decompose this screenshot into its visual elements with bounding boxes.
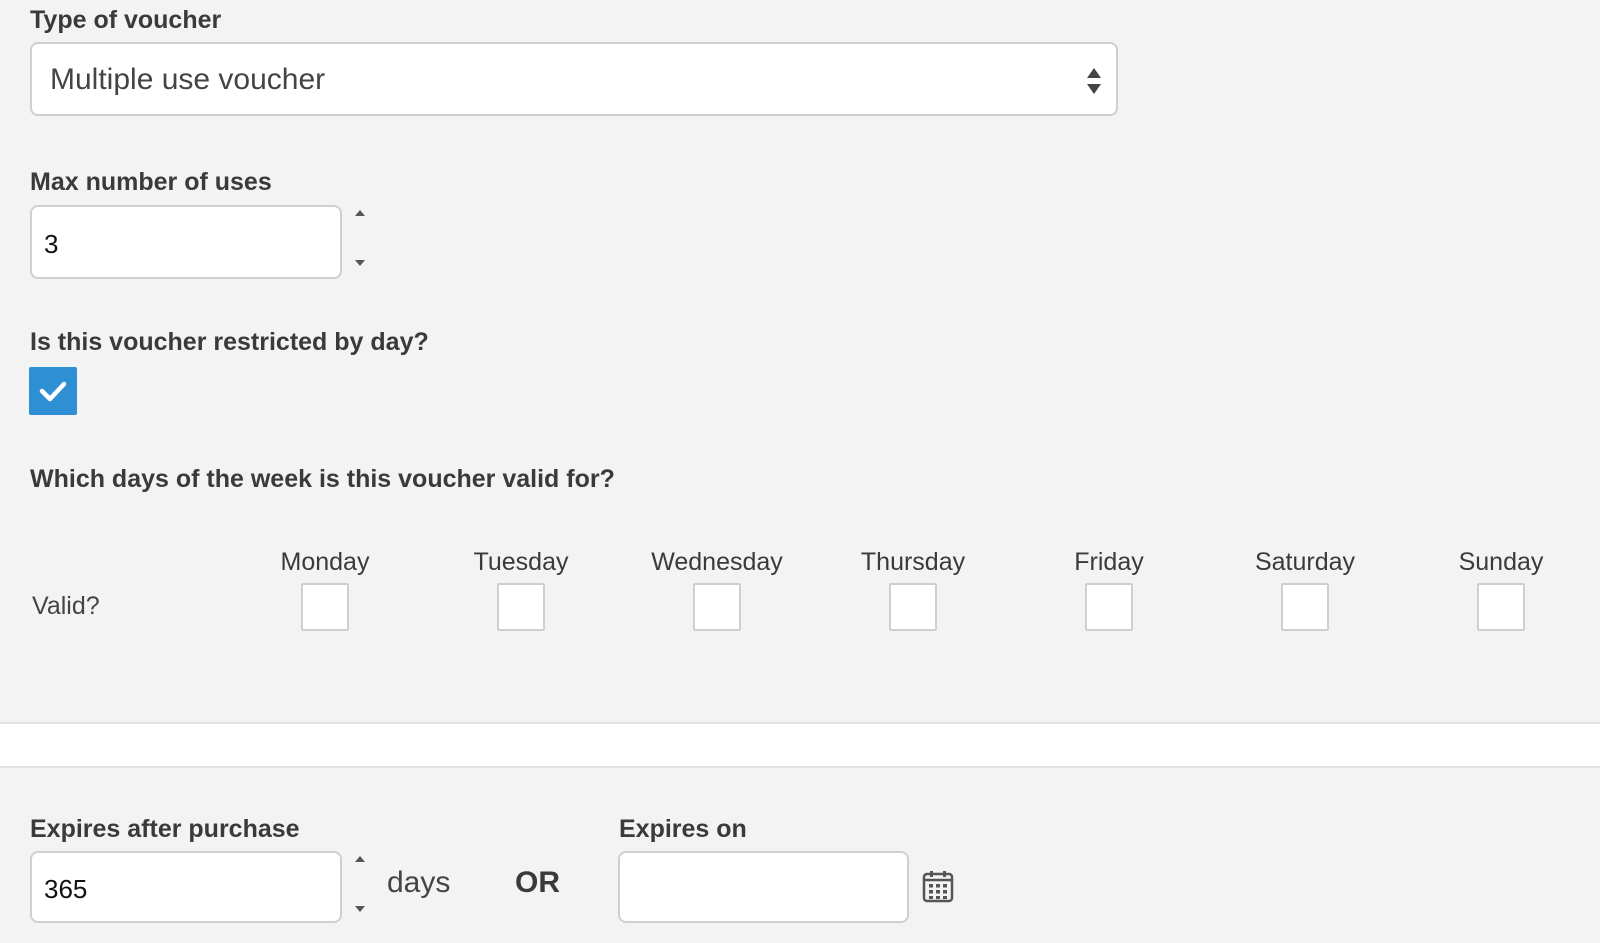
valid-row-label: Valid? (32, 592, 100, 620)
checkmark-icon (39, 381, 67, 402)
expires-on-input[interactable] (618, 851, 909, 923)
max-uses-value: 3 (44, 229, 59, 259)
day-label-sunday: Sunday (1458, 548, 1544, 576)
caret-down-icon[interactable] (355, 906, 365, 912)
voucher-type-label: Type of voucher (30, 6, 222, 34)
day-restriction-checkbox[interactable] (29, 367, 77, 415)
caret-up-icon[interactable] (355, 210, 365, 216)
day-label-monday: Monday (280, 548, 370, 576)
day-checkbox-saturday[interactable] (1281, 583, 1329, 631)
calendar-icon[interactable] (922, 869, 954, 903)
voucher-type-select[interactable]: Multiple use voucher (30, 42, 1118, 116)
day-label-tuesday: Tuesday (473, 548, 569, 576)
max-uses-label: Max number of uses (30, 168, 272, 196)
caret-up-icon[interactable] (355, 856, 365, 862)
max-uses-stepper[interactable] (353, 206, 367, 266)
expires-after-label: Expires after purchase (30, 815, 300, 843)
section-divider (0, 722, 1600, 768)
valid-days-label: Which days of the week is this voucher v… (30, 465, 615, 493)
day-label-friday: Friday (1074, 548, 1144, 576)
expires-after-input[interactable]: 365 (30, 851, 342, 923)
voucher-type-selected-value: Multiple use voucher (50, 63, 326, 96)
max-uses-input[interactable]: 3 (30, 205, 342, 279)
day-checkbox-sunday[interactable] (1477, 583, 1525, 631)
expires-on-label: Expires on (619, 815, 747, 843)
day-label-saturday: Saturday (1254, 548, 1356, 576)
day-label-wednesday: Wednesday (651, 548, 783, 576)
day-checkbox-wednesday[interactable] (693, 583, 741, 631)
day-checkbox-friday[interactable] (1085, 583, 1133, 631)
day-checkbox-monday[interactable] (301, 583, 349, 631)
days-unit-label: days (387, 866, 451, 899)
updown-arrows-icon (1087, 68, 1101, 94)
or-separator: OR (515, 866, 560, 899)
day-label-thursday: Thursday (860, 548, 966, 576)
expires-after-value: 365 (44, 874, 88, 904)
expires-after-stepper[interactable] (353, 852, 367, 912)
day-checkbox-tuesday[interactable] (497, 583, 545, 631)
day-restriction-label: Is this voucher restricted by day? (30, 328, 429, 356)
caret-down-icon[interactable] (355, 260, 365, 266)
day-checkbox-thursday[interactable] (889, 583, 937, 631)
